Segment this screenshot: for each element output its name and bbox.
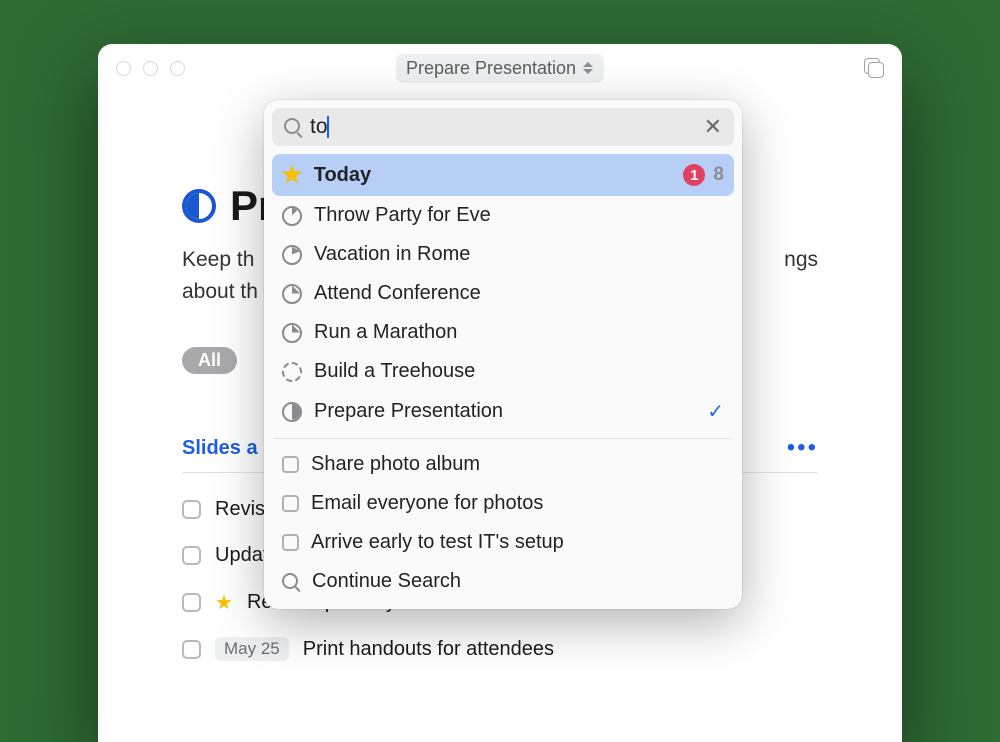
windows-icon[interactable] (864, 58, 884, 78)
task-title: Print handouts for attendees (303, 638, 554, 661)
task-checkbox[interactable] (182, 640, 201, 659)
project-progress-icon (182, 189, 216, 223)
result-todo[interactable]: Email everyone for photos (272, 484, 734, 523)
search-icon (284, 118, 302, 136)
result-label: Build a Treehouse (314, 360, 475, 383)
project-progress-icon (282, 245, 302, 265)
filter-all-pill[interactable]: All (182, 347, 237, 374)
close-window-button[interactable] (116, 61, 131, 76)
project-progress-icon (282, 284, 302, 304)
result-label: Prepare Presentation (314, 400, 503, 423)
checkbox-icon (282, 456, 299, 473)
result-project[interactable]: Prepare Presentation ✓ (272, 391, 734, 432)
more-icon[interactable]: ••• (787, 434, 818, 462)
checkbox-icon (282, 534, 299, 551)
result-project[interactable]: Attend Conference (272, 274, 734, 313)
result-label: Today (314, 164, 371, 187)
result-project[interactable]: Run a Marathon (272, 313, 734, 352)
total-count: 8 (713, 164, 724, 186)
project-progress-icon (282, 206, 302, 226)
task-title: Revis (215, 498, 265, 521)
result-continue-search[interactable]: Continue Search (272, 562, 734, 601)
project-progress-icon (282, 362, 302, 382)
result-project[interactable]: Vacation in Rome (272, 235, 734, 274)
result-label: Attend Conference (314, 282, 481, 305)
result-project[interactable]: Build a Treehouse (272, 352, 734, 391)
badge-count: 1 (683, 164, 705, 186)
task-date-tag: May 25 (215, 637, 289, 661)
star-icon: ★ (282, 162, 302, 188)
task-checkbox[interactable] (182, 500, 201, 519)
navigation-dropdown[interactable]: Prepare Presentation (396, 54, 604, 83)
search-input[interactable]: to (310, 115, 696, 139)
result-label: Arrive early to test IT's setup (311, 531, 564, 554)
section-title[interactable]: Slides a (182, 437, 258, 460)
search-field[interactable]: to ✕ (272, 108, 734, 146)
task-row[interactable]: May 25 Print handouts for attendees (182, 626, 818, 672)
checkbox-icon (282, 495, 299, 512)
result-label: Email everyone for photos (311, 492, 543, 515)
titlebar: Prepare Presentation (98, 44, 902, 92)
today-star-icon: ★ (215, 590, 233, 615)
result-label: Run a Marathon (314, 321, 457, 344)
task-checkbox[interactable] (182, 546, 201, 565)
result-todo[interactable]: Share photo album (272, 445, 734, 484)
results-list: ★ Today 1 8 Throw Party for Eve Vacation… (272, 154, 734, 601)
navigation-title: Prepare Presentation (406, 58, 576, 79)
project-progress-icon (282, 323, 302, 343)
zoom-window-button[interactable] (170, 61, 185, 76)
divider (274, 438, 732, 439)
chevron-updown-icon (583, 59, 594, 77)
result-project[interactable]: Throw Party for Eve (272, 196, 734, 235)
result-label: Throw Party for Eve (314, 204, 491, 227)
result-label: Vacation in Rome (314, 243, 470, 266)
clear-icon[interactable]: ✕ (704, 114, 722, 140)
project-progress-icon (282, 402, 302, 422)
result-today[interactable]: ★ Today 1 8 (272, 154, 734, 196)
result-label: Continue Search (312, 570, 461, 593)
check-icon: ✓ (707, 399, 724, 424)
result-label: Share photo album (311, 453, 480, 476)
quick-find-popover: to ✕ ★ Today 1 8 Throw Party for Eve Vac… (264, 100, 742, 609)
text-cursor (327, 116, 329, 138)
traffic-lights[interactable] (116, 61, 185, 76)
minimize-window-button[interactable] (143, 61, 158, 76)
task-checkbox[interactable] (182, 593, 201, 612)
search-icon (282, 573, 300, 591)
result-todo[interactable]: Arrive early to test IT's setup (272, 523, 734, 562)
